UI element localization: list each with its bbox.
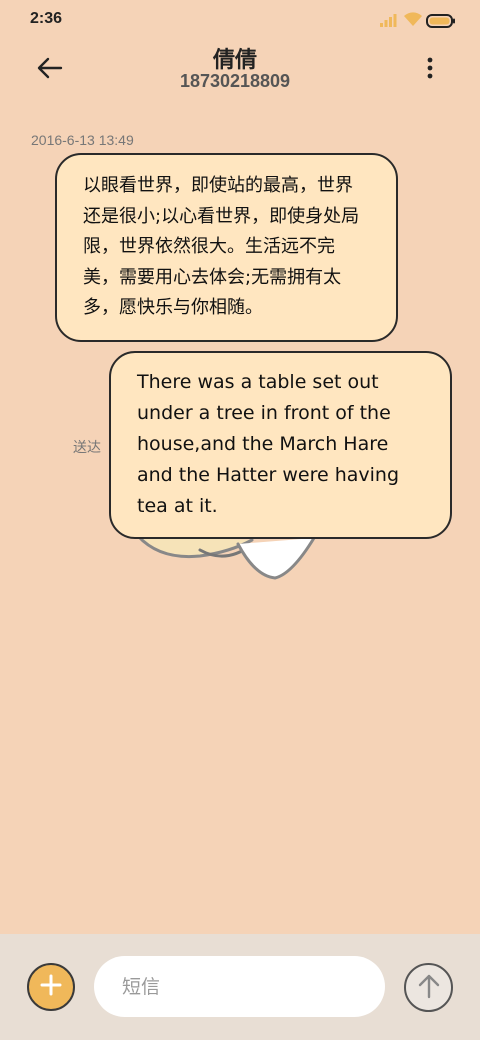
conversation-header: 倩倩 18730218809 <box>0 40 480 100</box>
more-vertical-icon <box>427 57 433 83</box>
plus-icon <box>40 974 62 1000</box>
arrow-up-icon <box>417 973 441 1003</box>
incoming-message-text: 以眼看世界，即使站的最高，世界还是很小;以心看世界，即使身处局限，世界依然很大。… <box>83 175 360 318</box>
wifi-icon <box>403 11 423 31</box>
compose-bar <box>0 934 480 1040</box>
contact-number: 18730218809 <box>179 71 291 91</box>
status-bar: 2:36 <box>0 0 480 40</box>
status-time: 2:36 <box>30 10 63 27</box>
delivery-status: 送达 <box>73 440 101 456</box>
outgoing-message-bubble[interactable]: There was a table set out under a tree i… <box>109 351 452 539</box>
add-attachment-button[interactable] <box>27 963 75 1011</box>
contact-name: 倩倩 <box>212 48 257 73</box>
outgoing-message-text: There was a table set out under a tree i… <box>137 371 400 517</box>
incoming-message-bubble[interactable]: 以眼看世界，即使站的最高，世界还是很小;以心看世界，即使身处局限，世界依然很大。… <box>55 153 398 342</box>
message-input[interactable] <box>94 956 385 1017</box>
more-options-button[interactable] <box>418 54 442 86</box>
message-timestamp: 2016-6-13 13:49 <box>31 132 134 148</box>
signal-bars-icon <box>380 12 400 31</box>
battery-icon <box>426 13 456 32</box>
send-button[interactable] <box>404 963 453 1012</box>
sms-conversation-screen: 2:36 倩倩 18730218809 2016-6-13 13:49 以眼看世… <box>0 0 480 1040</box>
